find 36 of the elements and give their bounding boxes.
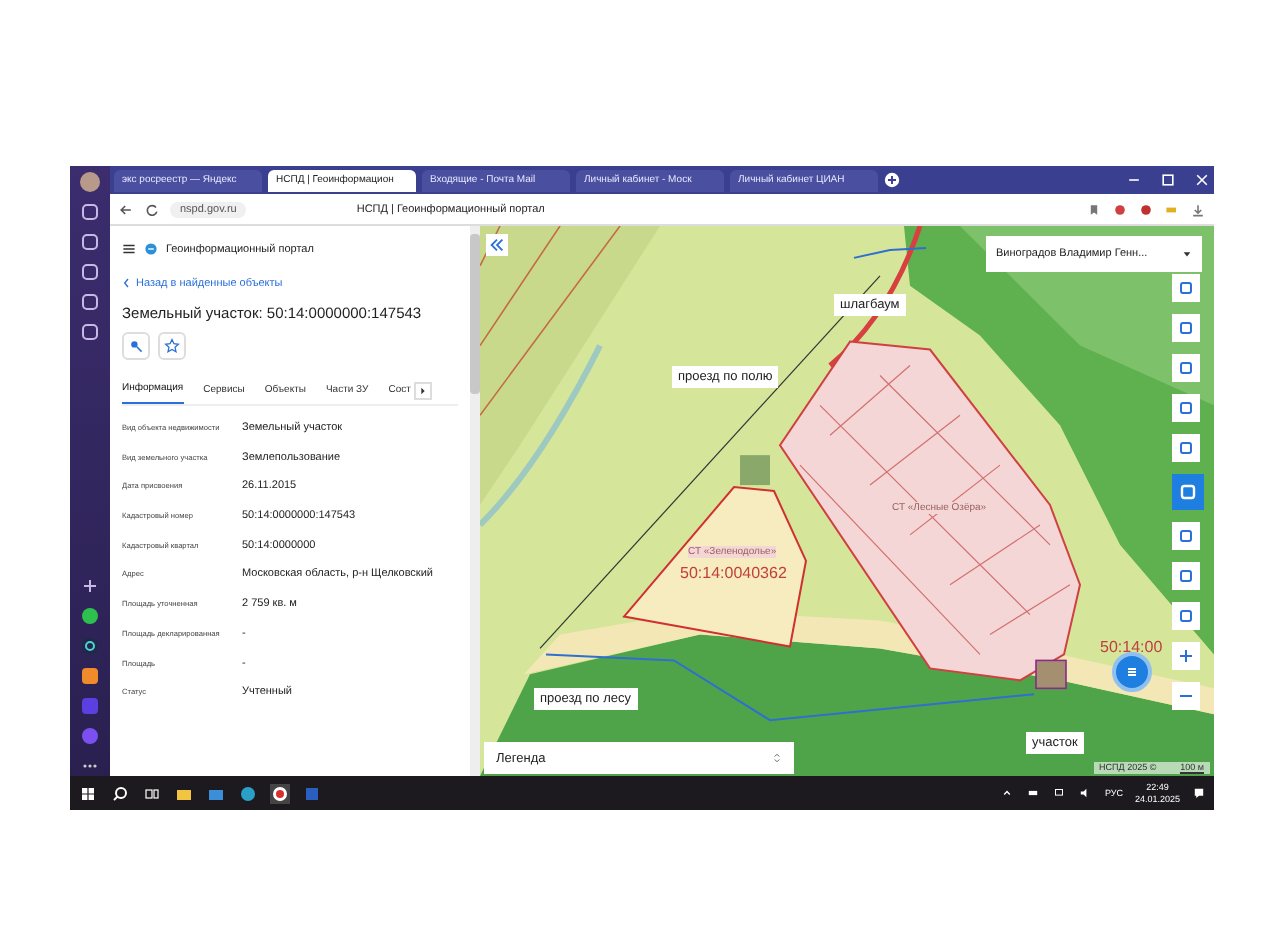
favorite-button[interactable] — [158, 332, 186, 360]
locate-button[interactable] — [122, 332, 150, 360]
notification-icon[interactable] — [1192, 786, 1206, 800]
new-tab-icon[interactable] — [884, 172, 900, 188]
windows-start-icon[interactable] — [78, 783, 98, 803]
up-down-icon[interactable] — [772, 752, 782, 764]
locate-icon[interactable] — [128, 338, 144, 354]
bookmark-icon[interactable] — [1086, 201, 1102, 217]
scrollbar-thumb[interactable] — [470, 234, 480, 394]
chevron-right-icon[interactable] — [418, 385, 429, 395]
search-icon[interactable] — [110, 783, 130, 803]
yandex-browser-icon[interactable] — [270, 783, 290, 803]
whatsapp-icon[interactable] — [80, 606, 100, 626]
close-icon[interactable] — [1194, 172, 1210, 188]
tabs-scroll-button[interactable] — [414, 381, 433, 399]
chevron-left-icon[interactable] — [122, 276, 130, 290]
maximize-icon[interactable] — [1160, 172, 1176, 188]
globe-icon — [144, 242, 158, 256]
area-label: 50:14:0040362 — [680, 564, 787, 582]
network-icon[interactable] — [1052, 786, 1067, 800]
download-icon[interactable] — [1190, 201, 1206, 217]
back-arrow-icon[interactable] — [118, 201, 134, 217]
reload-icon[interactable] — [144, 201, 160, 217]
avatar-icon[interactable] — [80, 172, 100, 192]
star-icon[interactable] — [164, 338, 180, 354]
word-icon[interactable] — [302, 783, 322, 803]
plus-icon[interactable] — [80, 576, 100, 596]
edge-browser-icon[interactable] — [238, 783, 258, 803]
task-view-icon[interactable] — [142, 783, 162, 803]
lines-icon[interactable] — [1122, 662, 1142, 682]
menu-icon[interactable] — [122, 242, 136, 256]
messenger-icon[interactable] — [80, 636, 100, 656]
area-label: 50:14:00 — [1100, 638, 1163, 656]
mail-icon[interactable] — [80, 666, 100, 686]
alice-icon[interactable] — [80, 726, 100, 746]
caret-icon[interactable] — [1182, 248, 1192, 260]
